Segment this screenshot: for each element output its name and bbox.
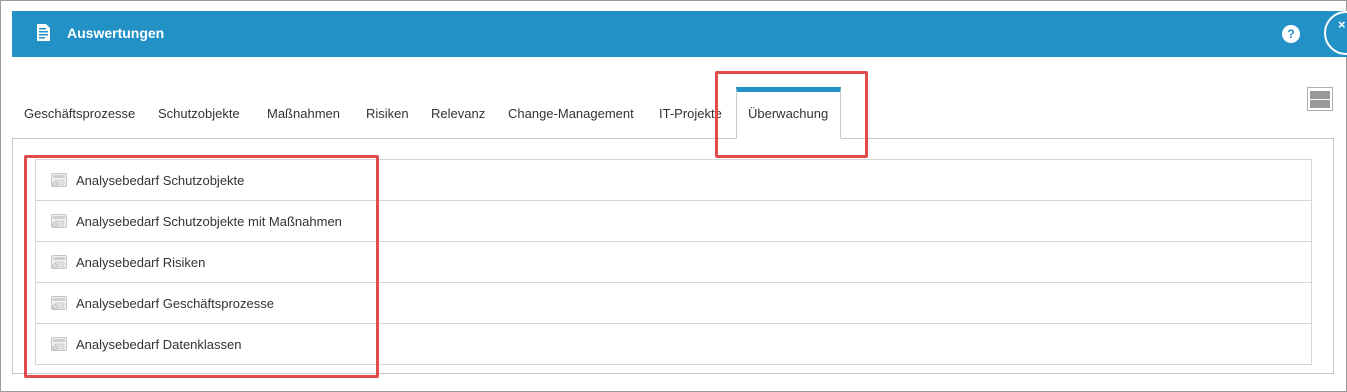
dialog-frame: Auswertungen ? × Geschäftsprozesse Schut…	[0, 0, 1347, 392]
report-label: Analysebedarf Datenklassen	[76, 337, 242, 352]
dialog-titlebar: Auswertungen ? ×	[12, 11, 1347, 57]
dialog-title: Auswertungen	[67, 25, 165, 41]
report-label: Analysebedarf Schutzobjekte	[76, 173, 245, 188]
layout-toggle-button[interactable]	[1307, 87, 1333, 111]
tab-panel: Analysebedarf Schutzobjekte Analysebedar…	[12, 138, 1334, 374]
report-icon	[51, 173, 67, 187]
list-item[interactable]: Analysebedarf Risiken	[36, 242, 1311, 283]
tab-ueberwachung[interactable]: Überwachung	[736, 87, 841, 139]
document-icon	[37, 24, 50, 41]
list-item[interactable]: Analysebedarf Schutzobjekte mit Maßnahme…	[36, 201, 1311, 242]
layout-icon	[1310, 91, 1330, 99]
report-label: Analysebedarf Risiken	[76, 255, 206, 270]
list-item[interactable]: Analysebedarf Geschäftsprozesse	[36, 283, 1311, 324]
report-icon	[51, 255, 67, 269]
report-label: Analysebedarf Schutzobjekte mit Maßnahme…	[76, 214, 342, 229]
list-item[interactable]: Analysebedarf Datenklassen	[36, 324, 1311, 365]
help-button[interactable]: ?	[1282, 25, 1300, 43]
report-icon	[51, 337, 67, 351]
report-label: Analysebedarf Geschäftsprozesse	[76, 296, 274, 311]
report-icon	[51, 214, 67, 228]
report-icon	[51, 296, 67, 310]
list-item[interactable]: Analysebedarf Schutzobjekte	[36, 160, 1311, 201]
report-list: Analysebedarf Schutzobjekte Analysebedar…	[35, 159, 1312, 365]
close-button[interactable]: ×	[1324, 11, 1347, 55]
close-icon: ×	[1338, 17, 1346, 32]
